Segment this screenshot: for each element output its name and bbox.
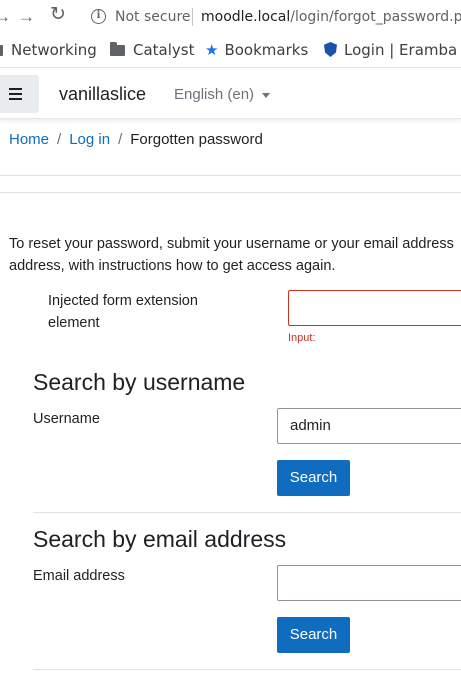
- bookmark-label: Networking: [11, 41, 97, 59]
- divider: [0, 192, 461, 193]
- username-search-button[interactable]: Search: [277, 460, 350, 496]
- hamburger-icon-bar: [9, 93, 22, 95]
- hamburger-icon: [9, 88, 22, 90]
- label-line: element: [48, 315, 100, 331]
- shield-icon: [324, 42, 337, 57]
- security-status[interactable]: Not secure: [115, 9, 191, 25]
- email-input[interactable]: [277, 565, 461, 601]
- bookmark-label: Login | Eramba: [344, 41, 458, 59]
- instructions-text: To reset your password, submit your user…: [9, 233, 461, 277]
- breadcrumb-current: Forgotten password: [130, 131, 263, 148]
- section-divider: [33, 669, 461, 670]
- breadcrumb-separator: /: [57, 131, 62, 148]
- bookmark-bookmarks[interactable]: ★ Bookmarks: [205, 41, 308, 59]
- divider: [0, 175, 461, 176]
- email-label: Email address: [33, 568, 125, 584]
- bookmarks-bar: Networking Catalyst ★ Bookmarks Login | E…: [0, 34, 461, 68]
- browser-address-bar: → → ↻ i Not secure moodle.local/login/fo…: [0, 0, 461, 34]
- email-search-button[interactable]: Search: [277, 617, 350, 653]
- injected-element-input[interactable]: [288, 290, 461, 326]
- bookmark-networking[interactable]: Networking: [0, 41, 97, 59]
- site-name-link[interactable]: vanillaslice: [59, 84, 146, 105]
- email-section-title: Search by email address: [33, 526, 287, 552]
- section-divider: [33, 512, 461, 513]
- injected-element-label: Injected form extension element: [48, 290, 198, 334]
- username-section-title: Search by username: [33, 369, 246, 395]
- instructions-line: To reset your password, submit your user…: [9, 236, 454, 252]
- breadcrumb: Home / Log in / Forgotten password: [9, 131, 263, 148]
- language-menu[interactable]: English (en): [174, 86, 254, 103]
- info-icon[interactable]: i: [91, 9, 106, 24]
- reload-icon[interactable]: ↻: [50, 5, 66, 25]
- breadcrumb-separator: /: [118, 131, 123, 148]
- hamburger-icon-bar: [9, 98, 22, 100]
- username-input[interactable]: admin: [277, 408, 461, 444]
- bookmark-login-eramba[interactable]: Login | Eramba: [324, 41, 457, 59]
- breadcrumb-login[interactable]: Log in: [69, 131, 110, 148]
- instructions-line: address, with instructions how to get ac…: [9, 258, 336, 274]
- folder-icon: [110, 42, 125, 56]
- bookmark-label: Bookmarks: [224, 41, 309, 59]
- star-icon: ★: [205, 41, 219, 59]
- bookmark-label: Catalyst: [133, 41, 195, 59]
- label-line: Injected form extension: [48, 293, 198, 309]
- url-field[interactable]: moodle.local/login/forgot_password.php: [201, 9, 461, 25]
- url-path: /login/forgot_password.php: [290, 9, 461, 25]
- back-icon[interactable]: →: [0, 7, 11, 27]
- bookmark-catalyst[interactable]: Catalyst: [110, 41, 194, 59]
- site-navbar: vanillaslice English (en): [0, 69, 461, 119]
- chevron-down-icon[interactable]: [262, 93, 270, 98]
- forward-icon[interactable]: →: [18, 7, 35, 27]
- address-separator: [192, 8, 193, 26]
- drawer-toggle-button[interactable]: [0, 75, 39, 113]
- folder-icon: [0, 45, 3, 56]
- username-label: Username: [33, 411, 100, 427]
- breadcrumb-home[interactable]: Home: [9, 131, 49, 148]
- url-host: moodle.local: [201, 9, 291, 25]
- injected-element-error: Input:: [288, 332, 316, 344]
